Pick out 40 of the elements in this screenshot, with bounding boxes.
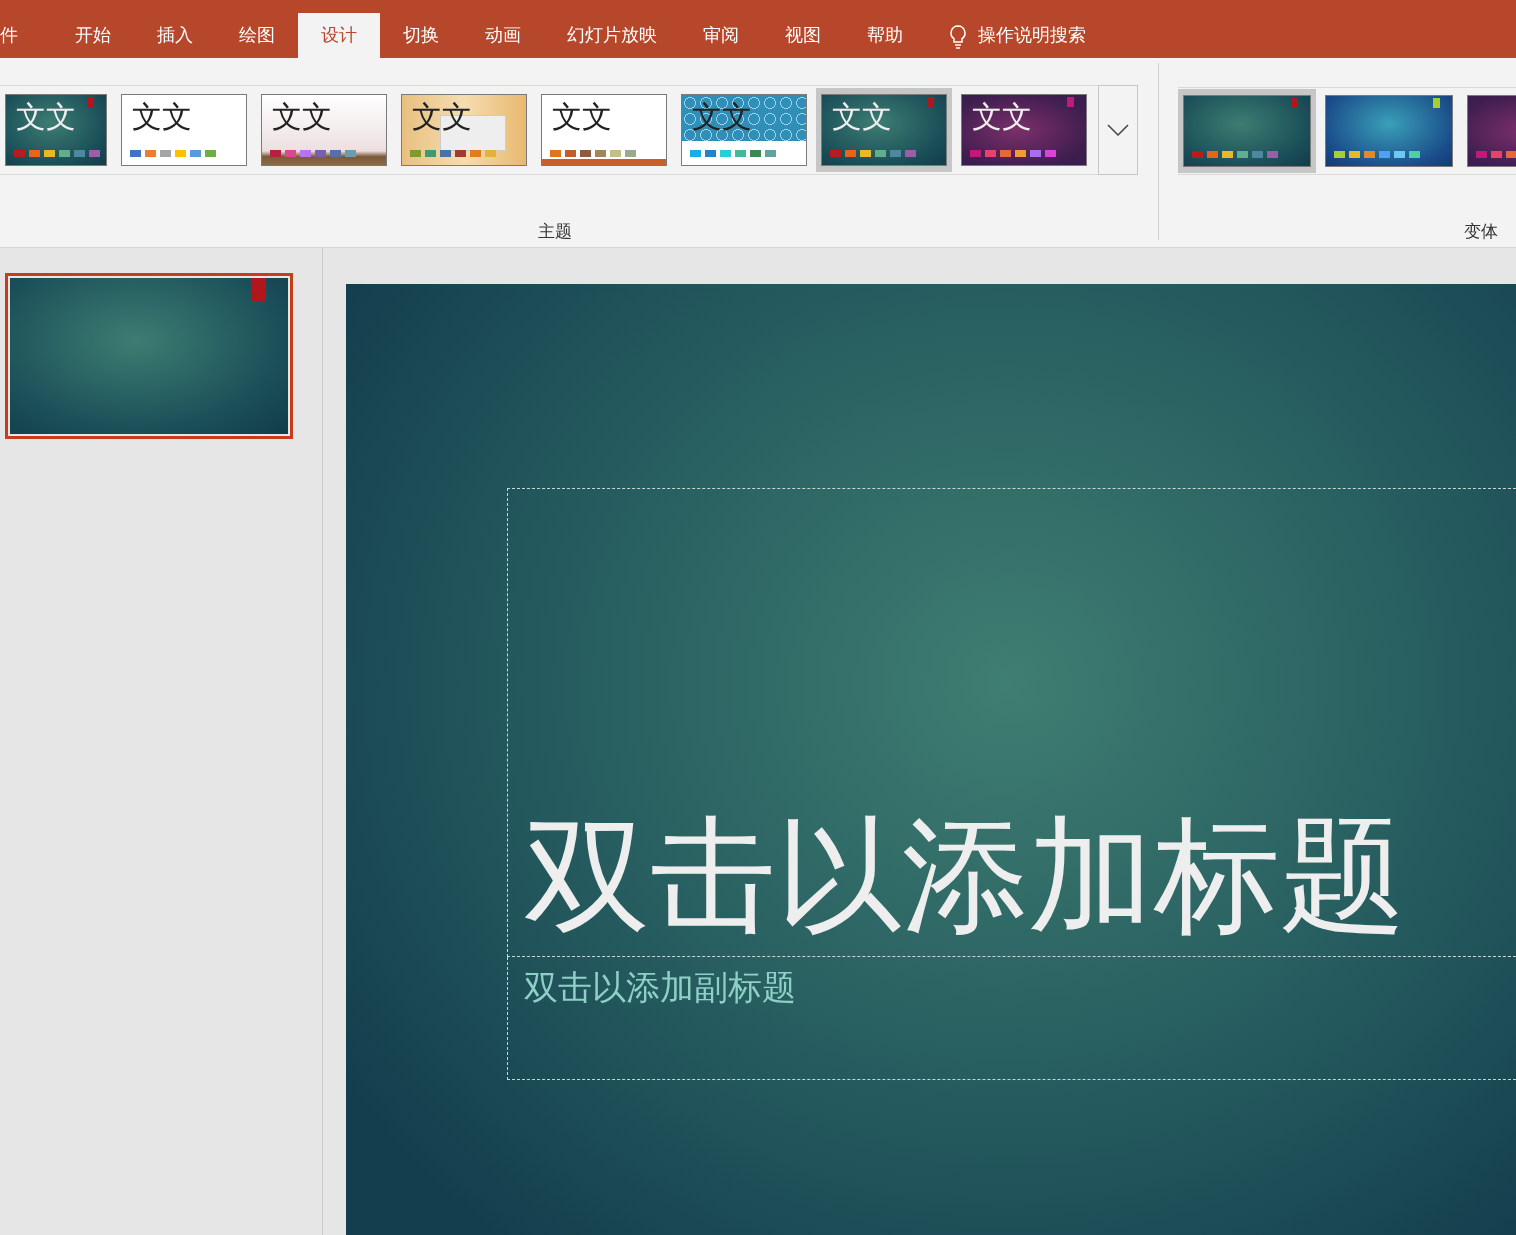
theme-sample-text: 文文 (412, 99, 472, 135)
theme-sample-text: 文文 (132, 99, 192, 135)
ribbon-tab[interactable]: 审阅 (680, 13, 762, 58)
theme-option[interactable]: 文文 (256, 88, 392, 172)
accent-tab (251, 278, 266, 302)
theme-sample-text: 文文 (832, 99, 892, 135)
slide-title: 双击以添加标题 (524, 809, 1406, 942)
ribbon-tab[interactable]: 幻灯片放映 (544, 13, 680, 58)
chevron-down-icon (1107, 124, 1129, 136)
ribbon-tab[interactable]: 切换 (380, 13, 462, 58)
subtitle-placeholder[interactable]: 双击以添加副标题 (507, 957, 1516, 1080)
ribbon-tab[interactable]: 视图 (762, 13, 844, 58)
theme-option[interactable]: 文文 (816, 88, 952, 172)
theme-option[interactable]: 文文 (956, 88, 1092, 172)
ribbon-tab[interactable]: 帮助 (844, 13, 926, 58)
theme-option[interactable]: 文文 (536, 88, 672, 172)
lightbulb-icon[interactable] (948, 24, 968, 50)
variant-option[interactable] (1178, 89, 1316, 173)
ribbon-tab[interactable]: 件 (0, 13, 52, 58)
ribbon-tab[interactable]: 开始 (52, 13, 134, 58)
theme-sample-text: 文文 (552, 99, 612, 135)
accent-tab (87, 97, 94, 107)
accent-tab (1067, 97, 1074, 107)
theme-option[interactable]: 文文 (116, 88, 252, 172)
ribbon-tab[interactable]: 插入 (134, 13, 216, 58)
slide-thumbnail[interactable] (5, 273, 293, 439)
ribbon-tab[interactable]: 绘图 (216, 13, 298, 58)
group-label: 变体 (1463, 220, 1499, 243)
tell-me-search[interactable]: 操作说明搜索 (978, 13, 1086, 58)
accent-tab (927, 97, 934, 107)
slide-subtitle: 双击以添加副标题 (524, 967, 796, 1007)
theme-sample-text: 文文 (272, 99, 332, 135)
theme-sample-text: 文文 (16, 99, 76, 135)
theme-sample-text: 文文 (972, 99, 1032, 135)
ribbon-tab[interactable]: 设计 (298, 13, 380, 58)
ribbon-tab[interactable]: 动画 (462, 13, 544, 58)
group-label: 主题 (537, 220, 573, 243)
theme-option[interactable]: 文文 (0, 88, 112, 172)
title-placeholder[interactable]: 双击以添加标题 (507, 488, 1516, 957)
theme-option[interactable]: 文文 (396, 88, 532, 172)
